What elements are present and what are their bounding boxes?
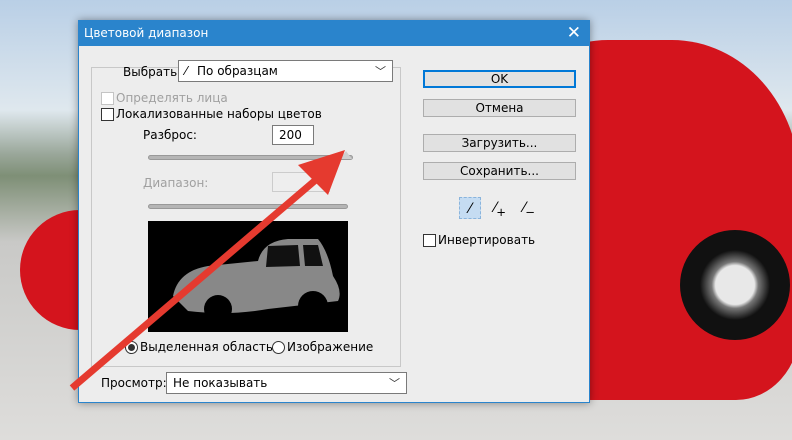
annotation-arrow [69, 150, 345, 391]
arrow-shaft [69, 175, 321, 391]
